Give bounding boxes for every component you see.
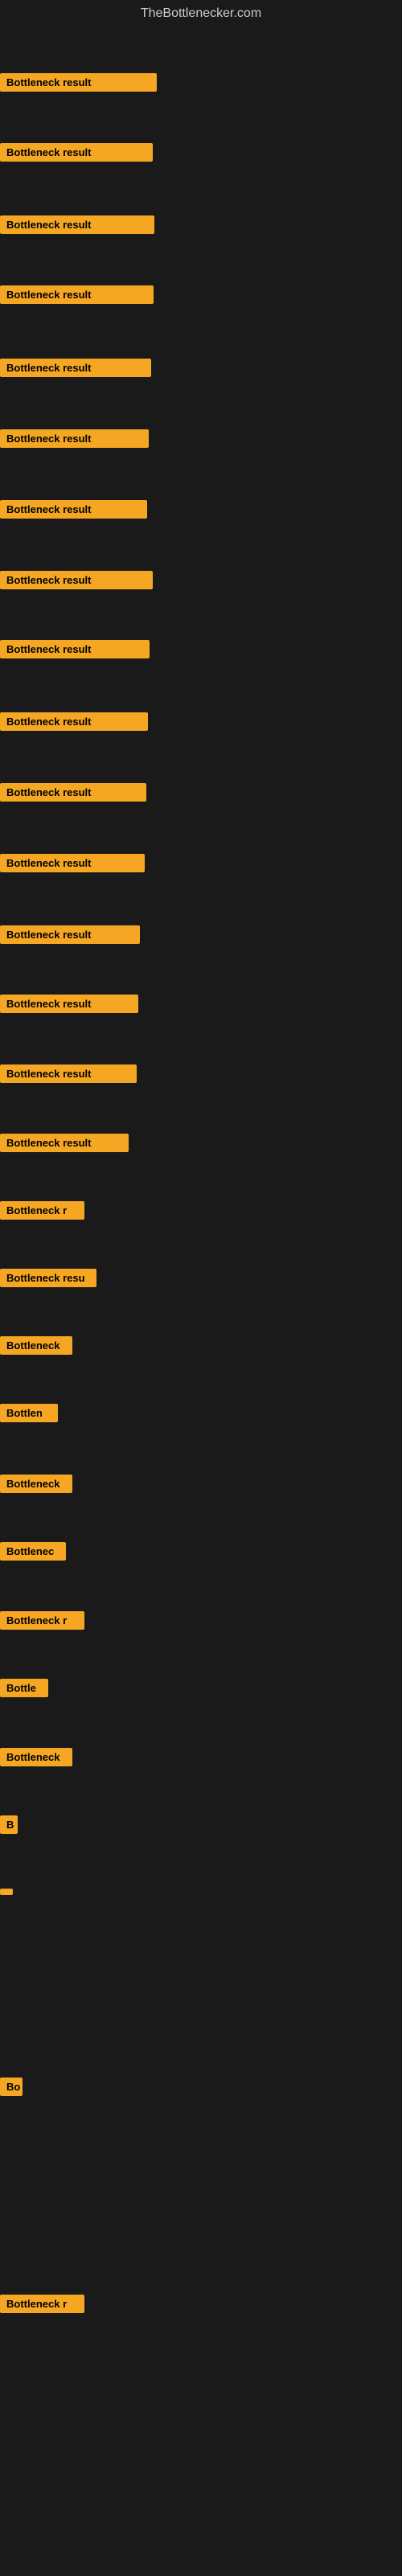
bottleneck-item: Bottleneck result [0,783,146,806]
bottleneck-badge: Bottlenec [0,1542,66,1561]
bottleneck-item: Bo [0,2078,23,2100]
bottleneck-item: Bottleneck [0,1475,72,1497]
bottleneck-badge: Bottleneck result [0,429,149,448]
bottleneck-badge: Bottleneck result [0,500,147,519]
bottleneck-badge: Bottleneck result [0,571,153,589]
bottleneck-item: Bottleneck result [0,640,150,662]
bottleneck-item: Bottleneck result [0,73,157,96]
bottleneck-item: Bottleneck result [0,500,147,523]
bottleneck-badge: Bottleneck r [0,2295,84,2313]
bottleneck-badge: Bottleneck result [0,854,145,872]
bottleneck-item [0,1885,13,1899]
bottleneck-item: Bottleneck resu [0,1269,96,1291]
bottleneck-item: Bottleneck r [0,1201,84,1224]
bottleneck-item: Bottleneck result [0,1064,137,1087]
bottleneck-badge: Bottleneck result [0,1134,129,1152]
bottleneck-badge [0,1889,13,1895]
bottleneck-badge: Bottleneck result [0,783,146,802]
bottleneck-badge: Bottleneck r [0,1201,84,1220]
bottleneck-badge: Bottleneck result [0,359,151,377]
bottleneck-badge: Bottleneck result [0,1064,137,1083]
bottleneck-badge: Bottleneck result [0,995,138,1013]
bottleneck-item: Bottleneck result [0,1134,129,1156]
bottleneck-badge: Bottleneck result [0,925,140,944]
bottleneck-item: Bottleneck result [0,571,153,593]
bottleneck-badge: Bo [0,2078,23,2096]
bottleneck-item: Bottleneck result [0,925,140,948]
bottleneck-badge: Bottleneck [0,1336,72,1355]
bottleneck-badge: Bottleneck result [0,215,154,234]
bottleneck-item: Bottlenec [0,1542,66,1565]
bottleneck-item: Bottleneck result [0,712,148,735]
bottleneck-item: Bottleneck result [0,359,151,381]
site-title: TheBottlenecker.com [0,0,402,27]
bottleneck-item: Bottleneck result [0,854,145,876]
bottleneck-item: Bottlen [0,1404,58,1426]
bottleneck-badge: Bottleneck result [0,143,153,162]
bottleneck-item: Bottleneck [0,1748,72,1770]
bottleneck-badge: Bottleneck result [0,640,150,658]
bottleneck-item: Bottleneck [0,1336,72,1359]
bottleneck-badge: Bottleneck resu [0,1269,96,1287]
bottleneck-item: Bottleneck r [0,1611,84,1634]
bottleneck-item: Bottleneck result [0,285,154,308]
bottleneck-item: Bottleneck r [0,2295,84,2317]
bottleneck-badge: B [0,1815,18,1834]
bottleneck-badge: Bottle [0,1679,48,1697]
bottleneck-item: Bottleneck result [0,143,153,166]
bottleneck-item: Bottleneck result [0,429,149,452]
bottleneck-badge: Bottleneck result [0,712,148,731]
bottleneck-badge: Bottleneck r [0,1611,84,1630]
bottleneck-item: Bottleneck result [0,215,154,238]
bottleneck-badge: Bottleneck [0,1748,72,1766]
bottleneck-item: B [0,1815,18,1838]
bottleneck-item: Bottleneck result [0,995,138,1017]
bottleneck-badge: Bottleneck result [0,73,157,92]
bottleneck-badge: Bottlen [0,1404,58,1422]
bottleneck-item: Bottle [0,1679,48,1701]
bottleneck-badge: Bottleneck result [0,285,154,304]
bottleneck-badge: Bottleneck [0,1475,72,1493]
